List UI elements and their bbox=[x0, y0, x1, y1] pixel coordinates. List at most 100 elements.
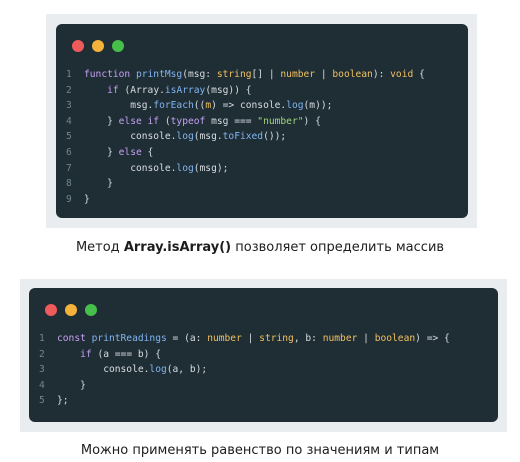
line-number: 2 bbox=[39, 348, 45, 360]
line-number: 4 bbox=[66, 115, 72, 127]
code-token: ) => console. bbox=[211, 100, 287, 112]
code-token: | bbox=[315, 69, 333, 80]
line-number: 7 bbox=[66, 162, 72, 174]
line-content: msg.forEach((m) => console.log(m)); bbox=[84, 98, 332, 114]
minimize-dot-icon bbox=[65, 304, 77, 316]
code-token: (msg); bbox=[193, 162, 229, 174]
code-line: 4 } bbox=[29, 378, 450, 394]
line-content: if (Array.isArray(msg)) { bbox=[84, 83, 252, 99]
line-content: } bbox=[84, 192, 90, 208]
code-block-1: 1 function printMsg(msg: string[] | numbe… bbox=[56, 67, 425, 207]
window-controls-2 bbox=[45, 304, 97, 316]
code-line: 1 function printMsg(msg: string[] | numbe… bbox=[56, 67, 425, 83]
code-token: log bbox=[176, 131, 194, 143]
code-token: (a === b) { bbox=[91, 348, 161, 360]
caption-1-prefix: Метод bbox=[75, 240, 124, 255]
code-token: toFixed bbox=[222, 131, 264, 143]
code-token: ()); bbox=[263, 131, 287, 143]
code-token: } bbox=[84, 178, 113, 190]
code-token: printReadings bbox=[91, 333, 167, 344]
code-token: } bbox=[57, 379, 86, 391]
code-line: 4 } else if (typeof msg === "number") { bbox=[56, 114, 425, 130]
code-block-2: 1 const printReadings = (a: number | stri… bbox=[29, 331, 450, 409]
close-dot-icon bbox=[72, 40, 84, 52]
code-line: 3 msg.forEach((m) => console.log(m)); bbox=[56, 98, 425, 114]
code-line: 2 if (a === b) { bbox=[29, 347, 450, 363]
line-content: function printMsg(msg: string[] | number… bbox=[84, 67, 425, 83]
code-token: ) => { bbox=[415, 333, 450, 344]
line-number: 4 bbox=[39, 379, 45, 391]
code-token: if bbox=[80, 348, 92, 360]
code-token: (m)); bbox=[303, 100, 333, 112]
code-token: string bbox=[216, 69, 252, 80]
line-number: 2 bbox=[66, 84, 72, 96]
code-editor-window-2: 1 const printReadings = (a: number | stri… bbox=[29, 288, 498, 422]
code-token: isArray bbox=[164, 84, 206, 96]
code-token: const bbox=[57, 333, 92, 344]
code-token: ): bbox=[372, 69, 391, 80]
code-token: [] | bbox=[251, 69, 281, 80]
caption-2: Можно применять равенство по значениям и… bbox=[0, 443, 520, 458]
close-dot-icon bbox=[45, 304, 57, 316]
code-token: console. bbox=[84, 131, 177, 143]
code-token: (a, b); bbox=[166, 364, 208, 376]
code-token: number bbox=[322, 333, 358, 344]
caption-1: Метод Array.isArray() позволяет определи… bbox=[0, 240, 520, 255]
code-token: console. bbox=[84, 162, 177, 174]
line-content: } bbox=[57, 378, 86, 394]
code-token: | bbox=[357, 333, 375, 344]
code-token: string bbox=[259, 333, 294, 344]
maximize-dot-icon bbox=[112, 40, 124, 52]
line-content: console.log(a, b); bbox=[57, 362, 207, 378]
minimize-dot-icon bbox=[92, 40, 104, 52]
line-content: const printReadings = (a: number | strin… bbox=[57, 331, 450, 347]
code-token: boolean bbox=[332, 69, 373, 80]
code-line: 5 console.log(msg.toFixed()); bbox=[56, 129, 425, 145]
code-token: printMsg bbox=[135, 69, 183, 80]
line-content: } else { bbox=[84, 145, 153, 161]
line-number: 6 bbox=[66, 146, 72, 158]
code-line: 7 console.log(msg); bbox=[56, 161, 425, 177]
caption-1-suffix: позволяет определить массив bbox=[231, 240, 445, 255]
code-token: msg === bbox=[205, 115, 258, 127]
window-controls-1 bbox=[72, 40, 124, 52]
line-number: 1 bbox=[39, 333, 45, 344]
line-content: if (a === b) { bbox=[57, 347, 161, 363]
code-token: console. bbox=[57, 364, 150, 376]
code-token: else if bbox=[118, 115, 160, 127]
code-line: 1 const printReadings = (a: number | stri… bbox=[29, 331, 450, 347]
line-content: } bbox=[84, 176, 113, 192]
code-token: ( bbox=[159, 115, 171, 127]
code-token: if bbox=[107, 84, 119, 96]
code-token: msg. bbox=[84, 100, 154, 112]
code-editor-window-1: 1 function printMsg(msg: string[] | numbe… bbox=[56, 24, 468, 218]
code-token: number bbox=[280, 69, 316, 80]
code-token: number bbox=[207, 333, 242, 344]
code-token: (msg)) { bbox=[205, 84, 252, 96]
caption-1-code: Array.isArray() bbox=[123, 240, 232, 255]
line-content: }; bbox=[57, 393, 69, 409]
line-number: 3 bbox=[39, 364, 45, 376]
code-token: log bbox=[286, 100, 304, 112]
line-number: 8 bbox=[66, 178, 72, 190]
code-token: forEach bbox=[153, 100, 194, 112]
code-token: } bbox=[84, 115, 119, 127]
code-token: ) { bbox=[303, 115, 321, 127]
line-number: 5 bbox=[39, 395, 45, 407]
code-token: else bbox=[118, 146, 142, 158]
code-line: 2 if (Array.isArray(msg)) { bbox=[56, 83, 425, 99]
line-number: 5 bbox=[66, 131, 72, 143]
line-content: console.log(msg); bbox=[84, 161, 228, 177]
code-token: "number" bbox=[257, 115, 304, 127]
code-token: { bbox=[141, 146, 154, 158]
line-number: 1 bbox=[66, 69, 72, 80]
code-token: boolean bbox=[374, 333, 416, 344]
code-token: = (a: bbox=[166, 333, 208, 344]
code-token: } bbox=[84, 146, 119, 158]
code-token: (msg: bbox=[182, 69, 217, 80]
caption-2-text: Можно применять равенство по значениям и… bbox=[80, 443, 440, 458]
code-token: (msg. bbox=[193, 131, 223, 143]
code-token: log bbox=[176, 162, 194, 174]
line-number: 3 bbox=[66, 100, 72, 112]
